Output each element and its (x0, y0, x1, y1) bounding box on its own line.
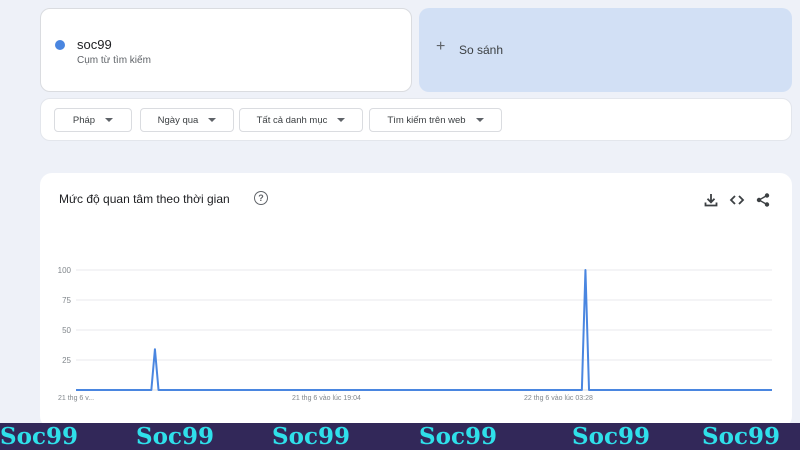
x-tick-label: 21 thg 6 v... (58, 395, 94, 402)
category-filter-label: Tất cả danh mục (256, 114, 328, 126)
y-tick-label: 50 (62, 326, 71, 335)
caret-down-icon (208, 118, 217, 122)
y-tick-label: 75 (62, 296, 71, 305)
compare-button[interactable]: + So sánh (419, 8, 792, 92)
y-tick-label: 100 (58, 266, 72, 275)
y-tick-label: 25 (62, 356, 71, 365)
time-range-filter-label: Ngày qua (157, 114, 199, 126)
watermark-text: Soc99 (0, 423, 78, 450)
caret-down-icon (105, 118, 114, 122)
time-range-filter-dropdown[interactable]: Ngày qua (140, 108, 234, 132)
series-color-dot (55, 40, 65, 50)
category-filter-dropdown[interactable]: Tất cả danh mục (239, 108, 363, 132)
watermark-text: Soc99 (702, 423, 780, 450)
watermark-text: Soc99 (272, 423, 350, 450)
interest-over-time-card: Mức độ quan tâm theo thời gian ? 100 75 50… (40, 173, 792, 428)
plus-icon: + (436, 38, 446, 55)
search-type-filter-dropdown[interactable]: Tìm kiếm trên web (369, 108, 502, 132)
region-filter-label: Pháp (72, 114, 96, 126)
search-term-name: soc99 (77, 37, 112, 52)
caret-down-icon (337, 118, 346, 122)
search-term-type: Cụm từ tìm kiếm (77, 55, 151, 66)
x-tick-label: 22 thg 6 vào lúc 03:28 (524, 395, 593, 402)
search-type-filter-label: Tìm kiếm trên web (387, 114, 466, 126)
watermark-text: Soc99 (419, 423, 497, 450)
x-tick-label: 21 thg 6 vào lúc 19:04 (292, 395, 361, 402)
compare-label: So sánh (459, 43, 504, 57)
region-filter-dropdown[interactable]: Pháp (54, 108, 132, 132)
watermark-bar: Soc99 Soc99 Soc99 Soc99 Soc99 Soc99 (0, 423, 800, 450)
watermark-text: Soc99 (136, 423, 214, 450)
filter-bar: Pháp Ngày qua Tất cả danh mục Tìm kiếm t… (40, 98, 792, 141)
interest-line-chart: 100 75 50 25 21 thg 6 v... 21 thg 6 vào lúc … (58, 266, 772, 402)
caret-down-icon (475, 118, 484, 122)
watermark-text: Soc99 (572, 423, 650, 450)
search-term-card[interactable]: soc99 Cụm từ tìm kiếm (40, 8, 412, 92)
